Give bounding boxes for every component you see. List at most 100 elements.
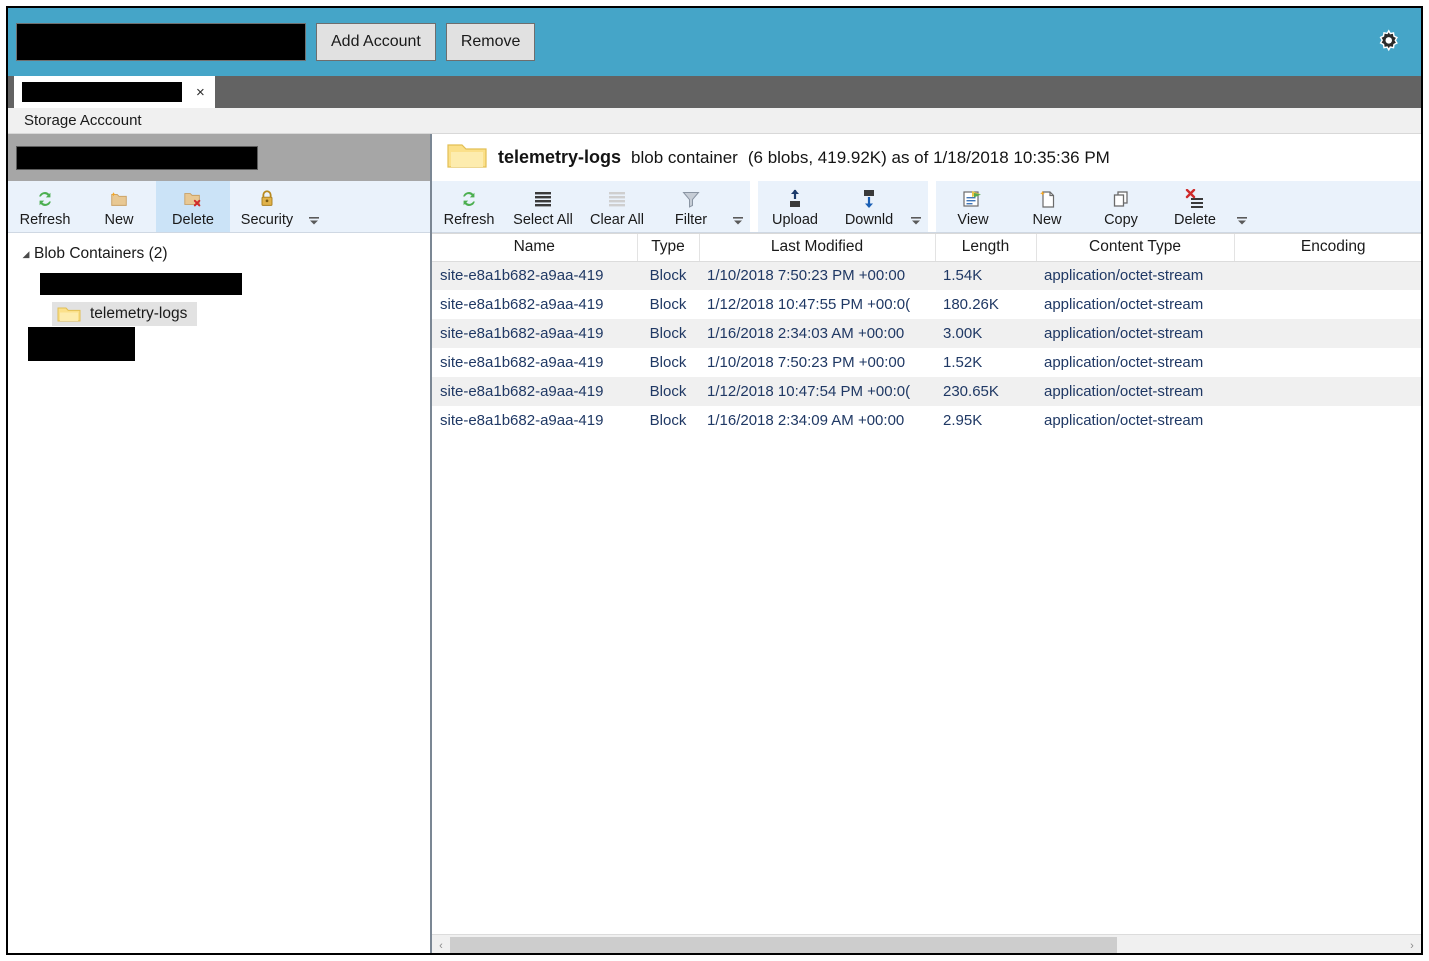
explorer-refresh-button[interactable]: Refresh (8, 181, 82, 232)
scrollbar-track[interactable] (450, 937, 1403, 955)
explorer-refresh-label: Refresh (20, 212, 71, 228)
table-header-row: Name Type Last Modified Length Content T… (432, 234, 1423, 261)
breadcrumb-label: Storage Acccount (24, 112, 142, 129)
content-toolbar-group-actions: View New (936, 181, 1254, 232)
account-selector[interactable] (16, 23, 306, 61)
cell-length: 1.52K (935, 348, 1036, 377)
upload-icon (785, 188, 805, 210)
cell-type: Block (637, 348, 699, 377)
table-row[interactable]: site-e8a1b682-a9aa-419 Block 1/16/2018 2… (432, 406, 1423, 435)
cell-content-type: application/octet-stream (1036, 261, 1234, 290)
column-header-last-modified[interactable]: Last Modified (699, 234, 935, 261)
filter-label: Filter (675, 212, 707, 228)
explorer-delete-button[interactable]: Delete (156, 181, 230, 232)
column-header-name[interactable]: Name (432, 234, 637, 261)
content-refresh-button[interactable]: Refresh (432, 181, 506, 232)
new-blob-label: New (1032, 212, 1061, 228)
content-toolbar-overflow-actions[interactable] (1232, 181, 1252, 232)
add-account-button[interactable]: Add Account (316, 23, 436, 61)
copy-icon (1111, 188, 1131, 210)
cell-last-modified: 1/10/2018 7:50:23 PM +00:00 (699, 348, 935, 377)
cell-type: Block (637, 290, 699, 319)
explorer-new-button[interactable]: New (82, 181, 156, 232)
tab-label (22, 82, 182, 102)
filter-button[interactable]: Filter (654, 181, 728, 232)
download-button[interactable]: Downld (832, 181, 906, 232)
view-button[interactable]: View (936, 181, 1010, 232)
cell-length: 230.65K (935, 377, 1036, 406)
cell-content-type: application/octet-stream (1036, 406, 1234, 435)
cell-type: Block (637, 261, 699, 290)
main-split: Refresh New (8, 134, 1421, 955)
cell-type: Block (637, 377, 699, 406)
clear-all-icon (607, 188, 627, 210)
explorer-toolbar-overflow[interactable] (304, 181, 324, 232)
cell-content-type: application/octet-stream (1036, 348, 1234, 377)
table-row[interactable]: site-e8a1b682-a9aa-419 Block 1/10/2018 7… (432, 261, 1423, 290)
table-row[interactable]: site-e8a1b682-a9aa-419 Block 1/10/2018 7… (432, 348, 1423, 377)
table-row[interactable]: site-e8a1b682-a9aa-419 Block 1/12/2018 1… (432, 290, 1423, 319)
scroll-right-icon[interactable]: › (1403, 940, 1421, 952)
cell-name: site-e8a1b682-a9aa-419 (432, 348, 637, 377)
table-row[interactable]: site-e8a1b682-a9aa-419 Block 1/16/2018 2… (432, 319, 1423, 348)
cell-encoding (1234, 348, 1423, 377)
tree-node-blob-containers[interactable]: ◢ Blob Containers (2) (8, 239, 430, 269)
cell-encoding (1234, 290, 1423, 319)
remove-account-button[interactable]: Remove (446, 23, 536, 61)
column-header-encoding[interactable]: Encoding (1234, 234, 1423, 261)
copy-label: Copy (1104, 212, 1138, 228)
tree-node-label: telemetry-logs (90, 305, 187, 323)
cell-encoding (1234, 319, 1423, 348)
horizontal-scrollbar[interactable]: ‹ › (432, 934, 1421, 955)
gear-icon[interactable] (1367, 20, 1409, 62)
search-input[interactable] (16, 146, 258, 170)
folder-icon (446, 140, 488, 175)
cell-name: site-e8a1b682-a9aa-419 (432, 406, 637, 435)
cell-length: 180.26K (935, 290, 1036, 319)
clear-all-button[interactable]: Clear All (580, 181, 654, 232)
column-header-type[interactable]: Type (637, 234, 699, 261)
explorer-delete-label: Delete (172, 212, 214, 228)
refresh-icon (459, 188, 479, 210)
tree-node-label-redacted (40, 273, 242, 295)
copy-button[interactable]: Copy (1084, 181, 1158, 232)
table-row[interactable]: site-e8a1b682-a9aa-419 Block 1/12/2018 1… (432, 377, 1423, 406)
delete-blob-label: Delete (1174, 212, 1216, 228)
new-folder-icon (108, 188, 130, 210)
clear-all-label: Clear All (590, 212, 644, 228)
cell-length: 2.95K (935, 406, 1036, 435)
cell-name: site-e8a1b682-a9aa-419 (432, 290, 637, 319)
delete-blob-button[interactable]: Delete (1158, 181, 1232, 232)
content-toolbar-overflow-transfer[interactable] (906, 181, 926, 232)
container-header: telemetry-logs blob container (6 blobs, … (432, 134, 1421, 181)
select-all-button[interactable]: Select All (506, 181, 580, 232)
tab-storage-account[interactable]: × (14, 76, 215, 108)
content-toolbar-overflow-list[interactable] (728, 181, 748, 232)
tree-node-redacted-extra[interactable] (8, 329, 430, 359)
new-blob-button[interactable]: New (1010, 181, 1084, 232)
scrollbar-thumb[interactable] (450, 937, 1117, 955)
cell-last-modified: 1/12/2018 10:47:54 PM +00:0( (699, 377, 935, 406)
content-toolbar-group-list: Refresh Select All (432, 181, 750, 232)
upload-button[interactable]: Upload (758, 181, 832, 232)
tree-node-telemetry-logs[interactable]: telemetry-logs (8, 299, 430, 329)
cell-content-type: application/octet-stream (1036, 319, 1234, 348)
explorer-security-button[interactable]: Security (230, 181, 304, 232)
container-name: telemetry-logs (498, 147, 621, 168)
cell-last-modified: 1/16/2018 2:34:09 AM +00:00 (699, 406, 935, 435)
column-header-content-type[interactable]: Content Type (1036, 234, 1234, 261)
explorer-new-label: New (104, 212, 133, 228)
chevron-down-icon[interactable]: ◢ (18, 249, 34, 260)
column-header-length[interactable]: Length (935, 234, 1036, 261)
tree-node-redacted-container[interactable] (8, 269, 430, 299)
download-label: Downld (845, 212, 893, 228)
close-icon[interactable]: × (192, 85, 209, 100)
scroll-left-icon[interactable]: ‹ (432, 940, 450, 952)
select-all-icon (533, 188, 553, 210)
cell-content-type: application/octet-stream (1036, 377, 1234, 406)
view-properties-icon (962, 188, 984, 210)
content-pane: telemetry-logs blob container (6 blobs, … (432, 134, 1421, 955)
explorer-security-label: Security (241, 212, 293, 228)
container-kind: blob container (631, 148, 738, 168)
explorer-search-bar (8, 134, 430, 181)
